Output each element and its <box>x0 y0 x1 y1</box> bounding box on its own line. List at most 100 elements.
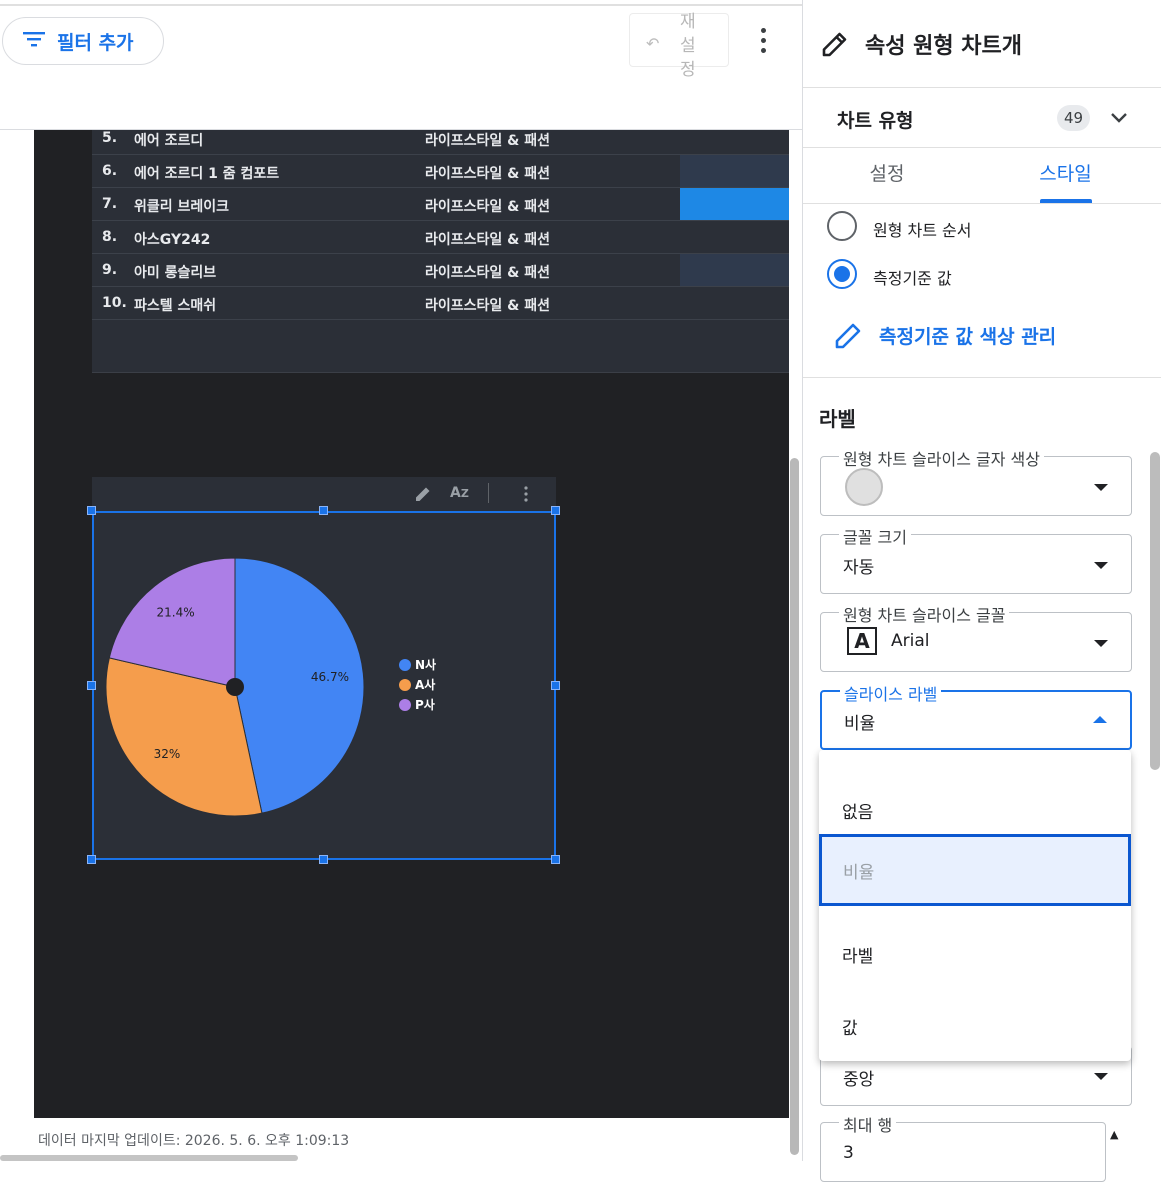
caret-up-icon <box>1093 716 1107 723</box>
radio-unchecked-icon <box>827 211 857 241</box>
reset-button[interactable]: ↶ 재설정 <box>629 12 729 80</box>
filter-list-icon <box>23 30 45 52</box>
chart-type-selector[interactable]: 차트 유형 49 <box>803 88 1161 148</box>
add-filter-button[interactable]: 필터 추가 <box>2 17 164 65</box>
caret-down-icon <box>1094 640 1108 647</box>
row-product-name: 파스텔 스매쉬 <box>134 298 217 314</box>
row-number: 9. <box>102 262 118 278</box>
row-product-name: 에어 조르디 <box>134 133 204 149</box>
labels-section-title: 라벨 <box>819 407 856 431</box>
pie-chart-svg: 46.7% 32% 21.4% N사 A사 P사 <box>105 557 436 817</box>
font-size-value: 자동 <box>843 558 875 578</box>
tab-setup[interactable]: 설정 <box>803 148 971 204</box>
slice-label-legend: 슬라이스 라벨 <box>840 681 942 705</box>
menu-option-percent[interactable]: 비율 <box>819 834 1131 906</box>
resize-handle[interactable] <box>551 855 560 864</box>
resize-handle[interactable] <box>87 680 96 690</box>
row-number: 6. <box>102 163 118 179</box>
tabs-divider <box>803 203 1161 204</box>
panel-header: 속성 원형 차트개 <box>803 0 1161 88</box>
pie-slice-label: 21.4% <box>157 605 195 619</box>
pie-slice[interactable] <box>234 557 365 814</box>
canvas-horizontal-scrollbar[interactable] <box>0 1155 298 1161</box>
toolbar-divider <box>488 483 489 503</box>
table-row[interactable]: 9. 아미 롱슬리브 라이프스타일 & 패션 <box>92 254 789 287</box>
resize-handle[interactable] <box>551 506 560 515</box>
caret-down-icon <box>1094 484 1108 491</box>
pie-chart[interactable]: 46.7% 32% 21.4% N사 A사 P사 <box>92 511 556 860</box>
row-product-name: 위클리 브레이크 <box>134 199 230 215</box>
slice-label-value: 비율 <box>844 714 876 734</box>
pie-slice-label: 46.7% <box>311 670 349 684</box>
resize-handle[interactable] <box>551 680 560 690</box>
slice-label-select[interactable]: 슬라이스 라벨 비율 <box>820 681 1132 750</box>
legend-item-label: N사 <box>415 657 436 672</box>
legend-item-label: A사 <box>415 677 435 692</box>
table-chart[interactable]: 5. 에어 조르디 라이프스타일 & 패션 6. 에어 조르디 1 줌 컴포트 라이프스타… <box>92 130 789 373</box>
row-category: 라이프스타일 & 패션 <box>425 166 550 182</box>
slice-text-color-picker[interactable]: 원형 차트 슬라이스 글자 색상 <box>820 446 1132 516</box>
canvas-vertical-scrollbar[interactable] <box>790 458 799 1155</box>
menu-option-none[interactable]: 없음 <box>819 762 1131 834</box>
table-row[interactable]: 6. 에어 조르디 1 줌 컴포트 라이프스타일 & 패션 <box>92 155 789 188</box>
pie-slice-label: 32% <box>154 747 181 761</box>
row-heat-cell <box>680 287 789 319</box>
caret-down-icon <box>1094 1073 1108 1080</box>
caret-down-icon <box>1094 562 1108 569</box>
alignment-value: 중앙 <box>843 1070 875 1090</box>
report-canvas-area: 필터 추가 ↶ 재설정 5. 에어 조르디 라이프스타일 & 패션 6. 에어 조르디 … <box>0 0 802 1161</box>
table-row[interactable]: 8. 아스GY242 라이프스타일 & 패션 <box>92 221 789 254</box>
menu-option-value[interactable]: 값 <box>819 978 1131 1050</box>
undo-icon: ↶ <box>646 34 660 53</box>
row-number: 8. <box>102 229 118 245</box>
resize-handle[interactable] <box>319 855 328 864</box>
row-heat-cell <box>680 221 789 253</box>
max-rows-legend: 최대 행 <box>839 1112 897 1136</box>
row-category: 라이프스타일 & 패션 <box>425 232 550 248</box>
more-vert-icon[interactable] <box>524 486 528 504</box>
legend-swatch <box>399 659 411 671</box>
font-a-icon: A <box>847 627 877 655</box>
panel-scrollbar[interactable] <box>1150 452 1160 770</box>
resize-handle[interactable] <box>87 506 96 515</box>
report-canvas: 5. 에어 조르디 라이프스타일 & 패션 6. 에어 조르디 1 줌 컴포트 라이프스타… <box>34 130 789 1118</box>
chart-type-badge: 49 <box>1057 105 1090 131</box>
report-toolbar: 필터 추가 ↶ 재설정 <box>0 6 802 130</box>
row-category: 라이프스타일 & 패션 <box>425 298 550 314</box>
pencil-icon[interactable] <box>414 485 432 507</box>
resize-handle[interactable] <box>87 855 96 864</box>
menu-option-label[interactable]: 라벨 <box>819 906 1131 978</box>
font-size-legend: 글꼴 크기 <box>839 524 911 548</box>
table-row[interactable]: 5. 에어 조르디 라이프스타일 & 패션 <box>92 130 789 155</box>
last-updated-text: 데이터 마지막 업데이트: 2026. 5. 6. 오후 1:09:13 <box>38 1133 350 1149</box>
legend-swatch <box>399 679 411 691</box>
max-rows-input[interactable]: 최대 행 3 <box>820 1112 1106 1182</box>
sort-az-icon[interactable]: AZ <box>450 485 469 501</box>
section-divider <box>803 377 1161 378</box>
color-swatch <box>845 468 883 506</box>
row-heat-cell <box>680 254 789 286</box>
row-product-name: 아미 롱슬리브 <box>134 265 217 281</box>
table-row[interactable]: 7. 위클리 브레이크 라이프스타일 & 패션 <box>92 188 789 221</box>
slice-font-select[interactable]: 원형 차트 슬라이스 글꼴 A Arial <box>820 602 1132 672</box>
max-rows-value: 3 <box>843 1143 854 1163</box>
row-product-name: 아스GY242 <box>134 232 211 248</box>
chart-type-label: 차트 유형 <box>837 110 914 132</box>
pencil-icon <box>833 320 863 354</box>
resize-handle[interactable] <box>319 506 328 515</box>
row-category: 라이프스타일 & 패션 <box>425 265 550 281</box>
chevron-down-icon <box>1109 110 1129 129</box>
spinner-up-icon[interactable]: ▲ <box>1110 1128 1118 1141</box>
reset-label: 재설정 <box>680 12 696 80</box>
legend-item-label: P사 <box>415 697 435 712</box>
tab-style[interactable]: 스타일 <box>983 148 1148 204</box>
row-number: 7. <box>102 196 118 212</box>
slice-font-legend: 원형 차트 슬라이스 글꼴 <box>839 602 1010 626</box>
table-row[interactable]: 10. 파스텔 스매쉬 라이프스타일 & 패션 <box>92 287 789 320</box>
legend-swatch <box>399 699 411 711</box>
radio-checked-icon <box>827 259 857 289</box>
font-size-select[interactable]: 글꼴 크기 자동 <box>820 524 1132 594</box>
row-category: 라이프스타일 & 패션 <box>425 199 550 215</box>
manage-dimension-colors-label: 측정기준 값 색상 관리 <box>879 326 1057 348</box>
more-vert-icon[interactable] <box>752 28 776 60</box>
